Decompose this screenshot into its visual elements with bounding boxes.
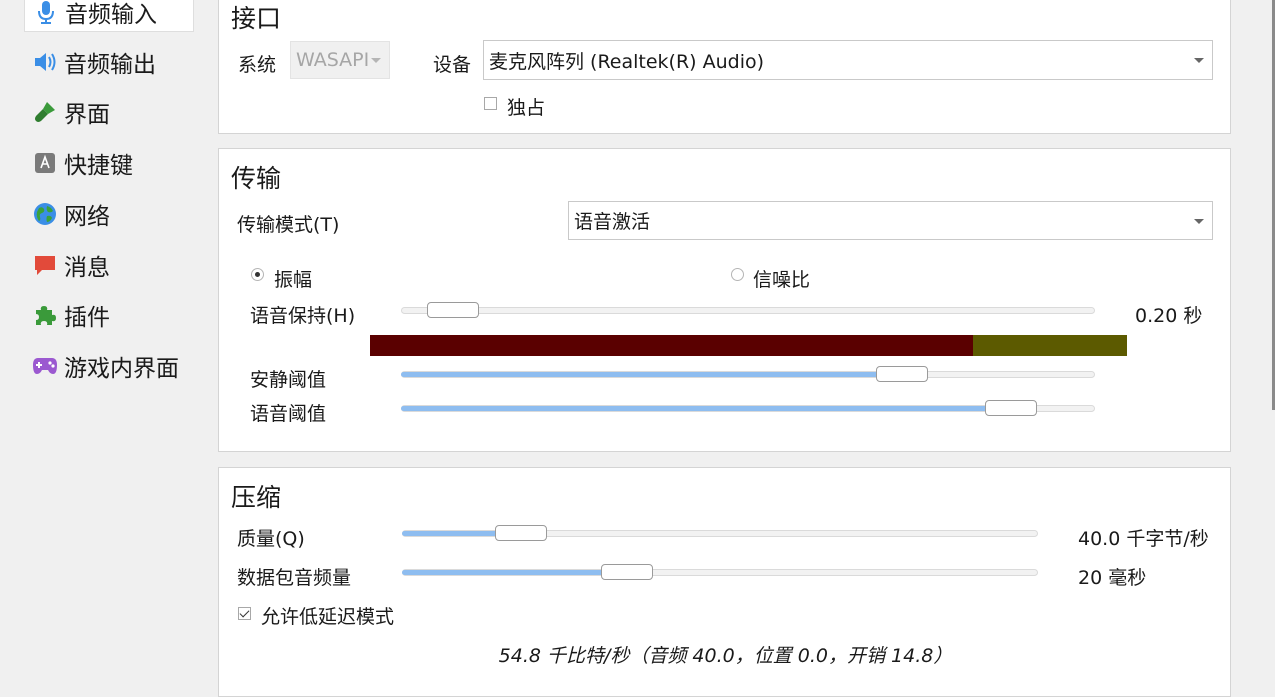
paintbrush-icon <box>32 99 58 125</box>
sidebar-item-messages[interactable]: 消息 <box>24 245 194 285</box>
snr-label: 信噪比 <box>753 269 811 291</box>
quality-slider[interactable] <box>402 525 1038 541</box>
slider-handle[interactable] <box>985 400 1038 416</box>
speech-threshold-label: 语音阈值 <box>250 403 327 425</box>
sidebar-item-audio-output[interactable]: 音频输出 <box>24 42 194 82</box>
snr-radio[interactable] <box>731 268 744 281</box>
amplitude-label: 振幅 <box>274 269 313 291</box>
exclusive-label: 独占 <box>507 97 546 119</box>
sidebar-item-label: 消息 <box>64 255 110 281</box>
packet-audio-value: 20 毫秒 <box>1078 567 1147 589</box>
speaker-icon <box>32 49 58 75</box>
packet-audio-label: 数据包音频量 <box>237 567 352 589</box>
vad-level-meter <box>370 335 1127 356</box>
chat-bubble-icon <box>32 252 58 278</box>
amplitude-radio[interactable] <box>251 268 264 281</box>
interface-panel-title: 接口 <box>231 4 282 33</box>
puzzle-piece-icon <box>32 302 58 328</box>
gamepad-icon <box>32 353 58 379</box>
chevron-down-icon <box>1194 58 1204 63</box>
device-combobox[interactable]: 麦克风阵列 (Realtek(R) Audio) <box>483 40 1213 80</box>
sidebar-item-label: 音频输出 <box>64 52 156 78</box>
sidebar-item-ingame-overlay[interactable]: 游戏内界面 <box>24 346 194 386</box>
chevron-down-icon <box>1194 218 1204 224</box>
device-combobox-value: 麦克风阵列 (Realtek(R) Audio) <box>489 50 765 73</box>
slider-handle[interactable] <box>600 564 653 580</box>
sidebar-item-interface[interactable]: 界面 <box>24 92 194 132</box>
transmission-mode-label: 传输模式(T) <box>237 214 340 236</box>
interface-panel: 接口 系统 WASAPI 设备 麦克风阵列 (Realtek(R) Audio)… <box>218 0 1231 134</box>
sidebar-item-label: 网络 <box>64 204 110 230</box>
slider-handle[interactable] <box>426 302 479 318</box>
sidebar-item-label: 快捷键 <box>64 153 133 179</box>
transmission-mode-combobox[interactable]: 语音激活 <box>568 201 1213 240</box>
globe-icon <box>32 201 58 227</box>
compression-panel-title: 压缩 <box>231 483 282 512</box>
low-latency-checkbox[interactable] <box>238 607 251 620</box>
quality-value: 40.0 千字节/秒 <box>1078 528 1209 550</box>
low-latency-label: 允许低延迟模式 <box>261 606 395 628</box>
system-combobox[interactable]: WASAPI <box>290 41 390 79</box>
quality-label: 质量(Q) <box>237 528 305 550</box>
slider-handle[interactable] <box>495 525 548 541</box>
sidebar-item-network[interactable]: 网络 <box>24 194 194 234</box>
transmission-panel-title: 传输 <box>231 164 282 193</box>
slider-handle[interactable] <box>876 366 929 382</box>
sidebar-item-label: 音频输入 <box>65 1 157 28</box>
system-combobox-value: WASAPI <box>296 49 370 71</box>
sidebar-item-label: 界面 <box>64 102 110 128</box>
packet-audio-slider[interactable] <box>402 564 1038 580</box>
keyboard-key-icon <box>32 150 58 176</box>
settings-sidebar: 音频输入 音频输出 界面 快捷键 网络 消息 插件 游戏内界面 <box>0 0 205 680</box>
vad-silence-segment <box>370 335 974 356</box>
bitrate-summary: 54.8 千比特/秒（音频 40.0，位置 0.0，开销 14.8） <box>498 645 953 667</box>
sidebar-item-shortcuts[interactable]: 快捷键 <box>24 143 194 183</box>
transmission-mode-value: 语音激活 <box>574 211 651 233</box>
sidebar-item-audio-input[interactable]: 音频输入 <box>24 0 194 32</box>
voice-hold-value: 0.20 秒 <box>1135 305 1203 327</box>
exclusive-checkbox[interactable] <box>484 97 497 110</box>
sidebar-item-label: 游戏内界面 <box>64 356 179 382</box>
vad-between-segment <box>973 335 1127 356</box>
sidebar-item-plugins[interactable]: 插件 <box>24 295 194 335</box>
speech-threshold-slider[interactable] <box>401 400 1095 416</box>
microphone-icon <box>33 0 59 25</box>
silence-threshold-label: 安静阈值 <box>250 369 327 391</box>
device-label: 设备 <box>433 54 472 76</box>
system-label: 系统 <box>238 54 277 76</box>
silence-threshold-slider[interactable] <box>401 366 1095 382</box>
sidebar-item-label: 插件 <box>64 305 110 331</box>
transmission-panel: 传输 传输模式(T) 语音激活 振幅 信噪比 语音保持(H) 0.20 秒 安静… <box>218 148 1231 452</box>
voice-hold-label: 语音保持(H) <box>250 305 356 327</box>
chevron-down-icon <box>371 58 381 63</box>
compression-panel: 压缩 质量(Q) 40.0 千字节/秒 数据包音频量 20 毫秒 允许低延迟模式… <box>218 467 1231 697</box>
voice-hold-slider[interactable] <box>401 302 1095 318</box>
